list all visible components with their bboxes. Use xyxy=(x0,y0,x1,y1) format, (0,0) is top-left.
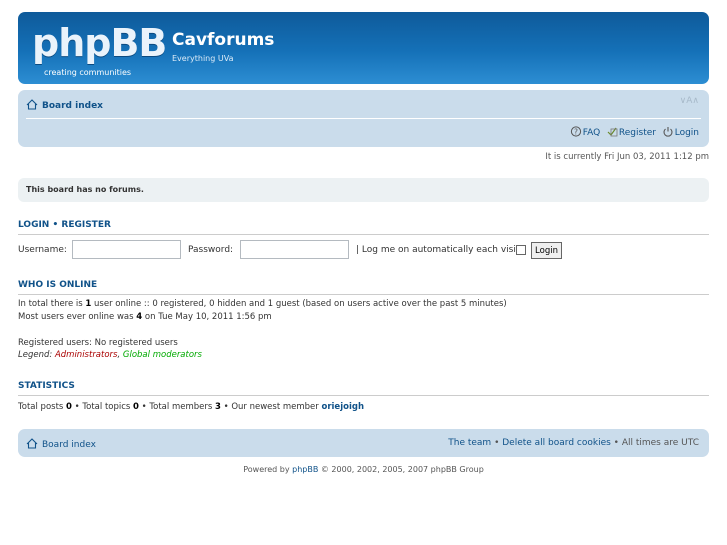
login-link[interactable]: Login xyxy=(675,128,699,138)
registered-users-line: Registered users: No registered users xyxy=(18,338,178,348)
text: Total posts xyxy=(18,402,67,412)
footer-links: The team • Delete all board cookies • Al… xyxy=(448,438,699,448)
home-icon xyxy=(26,438,38,449)
password-label: Password: xyxy=(188,245,234,255)
statistics-line: Total posts 0 • Total topics 0 • Total m… xyxy=(18,402,364,412)
statistics-rule xyxy=(18,395,709,396)
text: Most users ever online was xyxy=(18,312,137,322)
current-time: It is currently Fri Jun 03, 2011 1:12 pm xyxy=(545,152,709,162)
username-input[interactable] xyxy=(72,240,181,259)
logo-tagline: creating communities xyxy=(44,68,132,77)
text: © 2000, 2002, 2005, 2007 phpBB Group xyxy=(318,465,484,474)
login-icon xyxy=(663,127,673,137)
delete-cookies-link[interactable]: Delete all board cookies xyxy=(502,438,611,448)
autologin-checkbox[interactable] xyxy=(516,245,526,255)
logo-wordmark: phpBB xyxy=(32,21,167,65)
register-icon xyxy=(607,127,618,137)
site-header: phpBB creating communities Cavforums Eve… xyxy=(18,12,709,84)
breadcrumb[interactable]: Board index xyxy=(26,99,103,111)
site-logo[interactable]: phpBB creating communities xyxy=(32,24,167,77)
newest-member-link[interactable]: oriejoigh xyxy=(321,402,364,412)
the-team-link[interactable]: The team xyxy=(448,438,491,448)
site-description: Everything UVa xyxy=(172,54,234,63)
text: • Our newest member xyxy=(220,402,322,412)
max-online-line: Most users ever online was 4 on Tue May … xyxy=(18,312,272,322)
text: • Total topics xyxy=(71,402,134,412)
text: Powered by xyxy=(243,465,293,474)
navbar: Board index ∨A∧ ? FAQ Register Login xyxy=(18,90,709,147)
copyright: Powered by phpBB © 2000, 2002, 2005, 200… xyxy=(0,465,727,474)
legend-label: Legend: xyxy=(18,350,55,360)
svg-text:?: ? xyxy=(574,127,578,136)
register-link[interactable]: Register xyxy=(619,128,656,138)
online-total-line: In total there is 1 user online :: 0 reg… xyxy=(18,299,507,309)
autologin-label: | Log me on automatically each visit xyxy=(356,245,520,255)
register-heading-link[interactable]: REGISTER xyxy=(61,220,111,230)
login-form: Username: Password: | Log me on automati… xyxy=(18,240,709,262)
site-title: Cavforums xyxy=(172,30,275,50)
heading-separator: • xyxy=(52,220,59,230)
separator: • xyxy=(610,438,622,448)
login-heading-link[interactable]: LOGIN xyxy=(18,220,49,230)
font-size-toggle[interactable]: ∨A∧ xyxy=(680,96,699,106)
navbar-links: ? FAQ Register Login xyxy=(570,126,699,138)
statistics-heading: STATISTICS xyxy=(18,381,75,391)
footer-navbar: Board index The team • Delete all board … xyxy=(18,429,709,457)
notice-text: This board has no forums. xyxy=(26,185,144,194)
login-button[interactable]: Login xyxy=(531,242,562,259)
legend-admin: Administrators xyxy=(54,350,118,360)
login-heading: LOGIN • REGISTER xyxy=(18,220,111,230)
faq-icon: ? xyxy=(570,126,581,137)
login-rule xyxy=(18,234,709,235)
text: • Total members xyxy=(138,402,215,412)
text: on Tue May 10, 2011 1:56 pm xyxy=(142,312,272,322)
who-is-online-heading[interactable]: WHO IS ONLINE xyxy=(18,280,97,290)
legend-global-mod: Global moderators xyxy=(122,350,202,360)
text: user online :: 0 registered, 0 hidden an… xyxy=(91,299,507,309)
notice-panel: This board has no forums. xyxy=(18,178,709,202)
legend-line: Legend: Administrators, Global moderator… xyxy=(18,350,202,360)
text: In total there is xyxy=(18,299,86,309)
home-icon xyxy=(26,99,38,110)
faq-link[interactable]: FAQ xyxy=(583,128,600,138)
password-input[interactable] xyxy=(240,240,349,259)
footer-breadcrumb[interactable]: Board index xyxy=(26,438,96,450)
separator: • xyxy=(491,438,503,448)
who-rule xyxy=(18,294,709,295)
timezone-text: All times are UTC xyxy=(621,438,699,448)
phpbb-link[interactable]: phpBB xyxy=(292,465,318,474)
board-index-link[interactable]: Board index xyxy=(42,101,103,111)
navbar-divider xyxy=(26,118,701,119)
username-label: Username: xyxy=(18,245,67,255)
footer-board-index-link[interactable]: Board index xyxy=(42,440,96,450)
